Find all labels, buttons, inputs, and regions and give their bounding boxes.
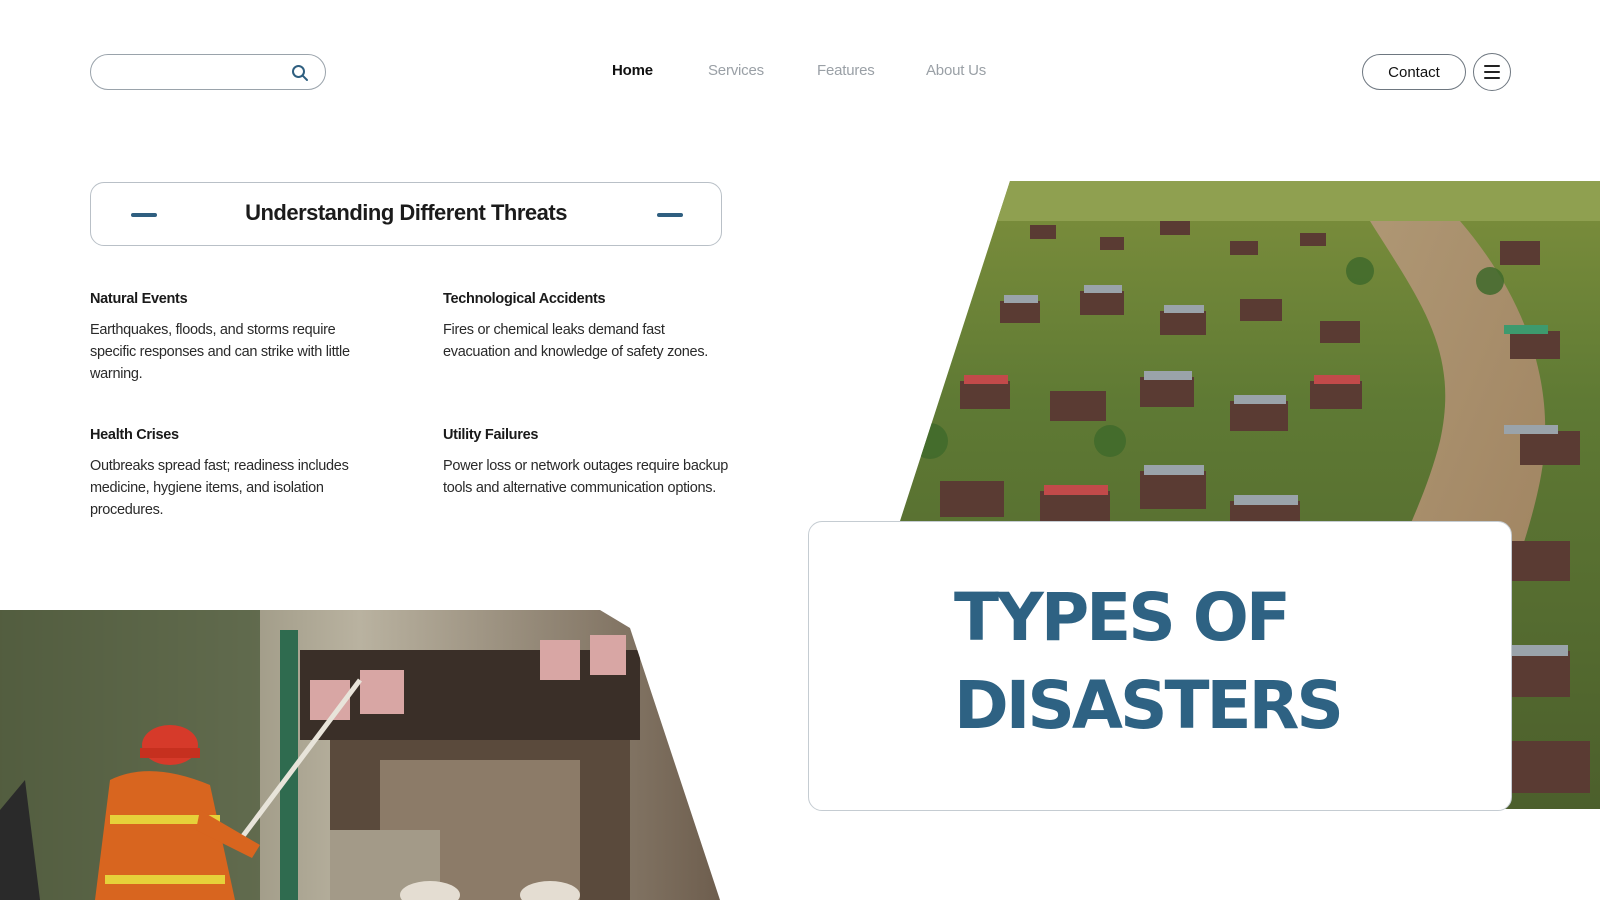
menu-button[interactable] bbox=[1473, 53, 1511, 91]
nav-features[interactable]: Features bbox=[817, 62, 875, 79]
threat-description: Outbreaks spread fast; readiness include… bbox=[90, 458, 349, 518]
threat-description: Earthquakes, floods, and storms require … bbox=[90, 322, 350, 382]
threat-title: Health Crises bbox=[90, 427, 179, 443]
threat-title: Technological Accidents bbox=[443, 291, 606, 307]
search-input[interactable] bbox=[105, 62, 275, 82]
threat-item-natural-events: Natural Events Earthquakes, floods, and … bbox=[90, 291, 380, 385]
threat-title: Utility Failures bbox=[443, 427, 539, 443]
section-heading: Understanding Different Threats bbox=[245, 200, 567, 225]
nav-services[interactable]: Services bbox=[708, 62, 764, 79]
threat-title: Natural Events bbox=[90, 291, 188, 307]
nav-about-us[interactable]: About Us bbox=[926, 62, 986, 79]
hero-title: TYPES OF DISASTERS bbox=[954, 574, 1344, 750]
search-box[interactable] bbox=[90, 54, 326, 90]
threat-item-health-crises: Health Crises Outbreaks spread fast; rea… bbox=[90, 427, 380, 521]
contact-button[interactable]: Contact bbox=[1362, 54, 1466, 90]
nav-home[interactable]: Home bbox=[612, 62, 653, 79]
threat-description: Power loss or network outages require ba… bbox=[443, 458, 729, 496]
threat-item-technological-accidents: Technological Accidents Fires or chemica… bbox=[443, 291, 733, 363]
threat-item-utility-failures: Utility Failures Power loss or network o… bbox=[443, 427, 733, 499]
hero-title-card: TYPES OF DISASTERS bbox=[808, 521, 1512, 811]
search-icon[interactable] bbox=[291, 64, 309, 82]
section-heading-card: Understanding Different Threats bbox=[90, 182, 722, 246]
threat-description: Fires or chemical leaks demand fast evac… bbox=[443, 322, 708, 360]
heading-dash-right bbox=[657, 213, 683, 217]
hero-title-line-2: DISASTERS bbox=[954, 667, 1344, 744]
firefighter-photo bbox=[0, 610, 720, 900]
hamburger-menu-icon bbox=[1484, 65, 1500, 79]
hero-title-line-1: TYPES OF bbox=[954, 579, 1291, 656]
